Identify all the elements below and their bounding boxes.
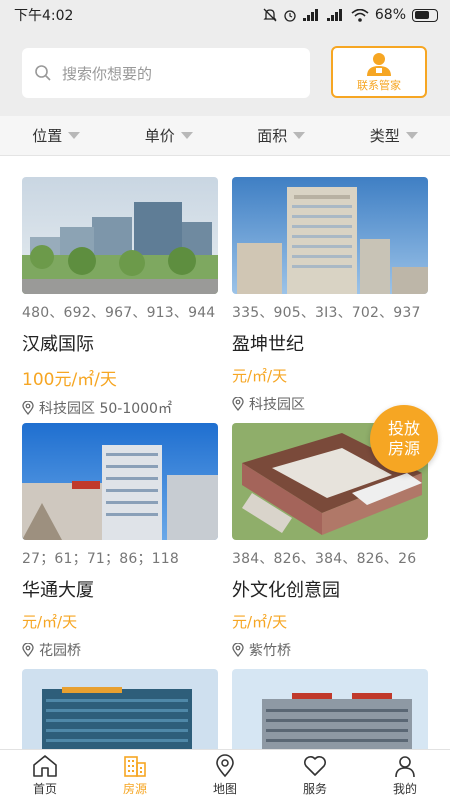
home-icon: [33, 754, 57, 777]
filter-unit-price[interactable]: 单价: [113, 116, 226, 155]
contact-butler-label: 联系管家: [357, 79, 401, 92]
tab-service[interactable]: 服务: [270, 750, 360, 800]
location-pin-icon: [22, 401, 34, 415]
listing-price: 元/㎡/天: [22, 613, 78, 631]
location-pin-icon: [232, 397, 244, 411]
listing-name: 华通大厦: [22, 580, 94, 601]
listing-price: 元/㎡/天: [232, 613, 288, 631]
signal-icon-2: [326, 9, 342, 21]
building-icon: [124, 755, 146, 777]
listing-location-text: 花园桥: [39, 643, 81, 659]
wifi-icon: [351, 8, 369, 22]
post-listing-label-1: 投放: [387, 419, 420, 438]
location-pin-icon: [232, 643, 244, 657]
building-photo: [232, 177, 428, 294]
filter-bar: 位置 单价 面积 类型: [0, 116, 450, 156]
bottom-tab-bar: 首页 房源 地图 服务 我的: [0, 749, 450, 800]
tab-label: 房源: [122, 781, 147, 796]
caret-down-icon: [293, 132, 306, 139]
status-icons: 68%: [263, 7, 438, 23]
listing-location: 科技园区 50-1000㎡: [22, 398, 218, 418]
battery-icon: [412, 8, 438, 22]
building-photo: [22, 177, 218, 294]
listing-numbers: 335、905、3I3、702、937: [232, 305, 421, 321]
listing-name: 盈坤世纪: [232, 334, 304, 355]
filter-label: 面积: [257, 127, 288, 145]
listing-location-text: 科技园区 50-1000㎡: [39, 401, 172, 417]
contact-butler-button[interactable]: 联系管家: [331, 46, 427, 98]
map-pin-icon: [216, 753, 234, 777]
tab-listings[interactable]: 房源: [90, 750, 180, 800]
listing-card[interactable]: 335、905、3I3、702、937 盈坤世纪 元/㎡/天 科技园区: [232, 177, 428, 414]
filter-area[interactable]: 面积: [225, 116, 338, 155]
filter-type[interactable]: 类型: [338, 116, 450, 155]
listing-location-text: 紫竹桥: [249, 643, 291, 659]
tab-profile[interactable]: 我的: [360, 750, 450, 800]
filter-label: 单价: [144, 127, 175, 145]
tab-home[interactable]: 首页: [0, 750, 90, 800]
listing-price: 100元/㎡/天: [22, 370, 117, 390]
person-icon: [395, 755, 415, 777]
tab-label: 我的: [392, 781, 417, 796]
search-placeholder: 搜索你想要的: [62, 64, 153, 83]
tab-label: 服务: [302, 781, 327, 796]
signal-icon: [302, 9, 318, 21]
header: 搜索你想要的 联系管家: [0, 30, 450, 116]
listing-price: 元/㎡/天: [232, 367, 288, 385]
building-photo: [22, 423, 218, 540]
listing-location: 花园桥: [22, 640, 218, 660]
butler-icon: [367, 53, 391, 76]
battery-percent: 68%: [374, 7, 406, 23]
status-time: 下午4:02: [14, 8, 74, 24]
listing-name: 汉威国际: [22, 334, 94, 355]
listing-numbers: 27；61；71；86；118: [22, 551, 179, 567]
status-bar: 下午4:02 68%: [0, 0, 450, 30]
heart-icon: [304, 755, 326, 776]
search-icon: [35, 65, 51, 81]
tab-label: 首页: [32, 781, 57, 796]
listing-location-text: 科技园区: [249, 397, 305, 413]
alarm-icon: [284, 10, 296, 22]
filter-label: 位置: [32, 127, 63, 145]
filter-location[interactable]: 位置: [0, 116, 113, 155]
caret-down-icon: [180, 132, 193, 139]
post-listing-label-2: 房源: [387, 439, 420, 458]
filter-label: 类型: [369, 127, 400, 145]
listing-location: 紫竹桥: [232, 640, 428, 660]
caret-down-icon: [68, 132, 81, 139]
search-input[interactable]: 搜索你想要的: [22, 48, 310, 98]
post-listing-button[interactable]: 投放 房源: [370, 405, 438, 473]
listing-card[interactable]: 480、692、967、913、944 汉威国际 100元/㎡/天 科技园区 5…: [22, 177, 218, 418]
listing-numbers: 480、692、967、913、944: [22, 305, 216, 321]
listing-numbers: 384、826、384、826、26: [232, 551, 417, 567]
listing-card[interactable]: 27；61；71；86；118 华通大厦 元/㎡/天 花园桥: [22, 423, 218, 660]
listing-name: 外文化创意园: [232, 580, 340, 601]
caret-down-icon: [405, 132, 418, 139]
mute-icon: [263, 8, 277, 22]
location-pin-icon: [22, 643, 34, 657]
tab-map[interactable]: 地图: [180, 750, 270, 800]
tab-label: 地图: [212, 781, 237, 796]
